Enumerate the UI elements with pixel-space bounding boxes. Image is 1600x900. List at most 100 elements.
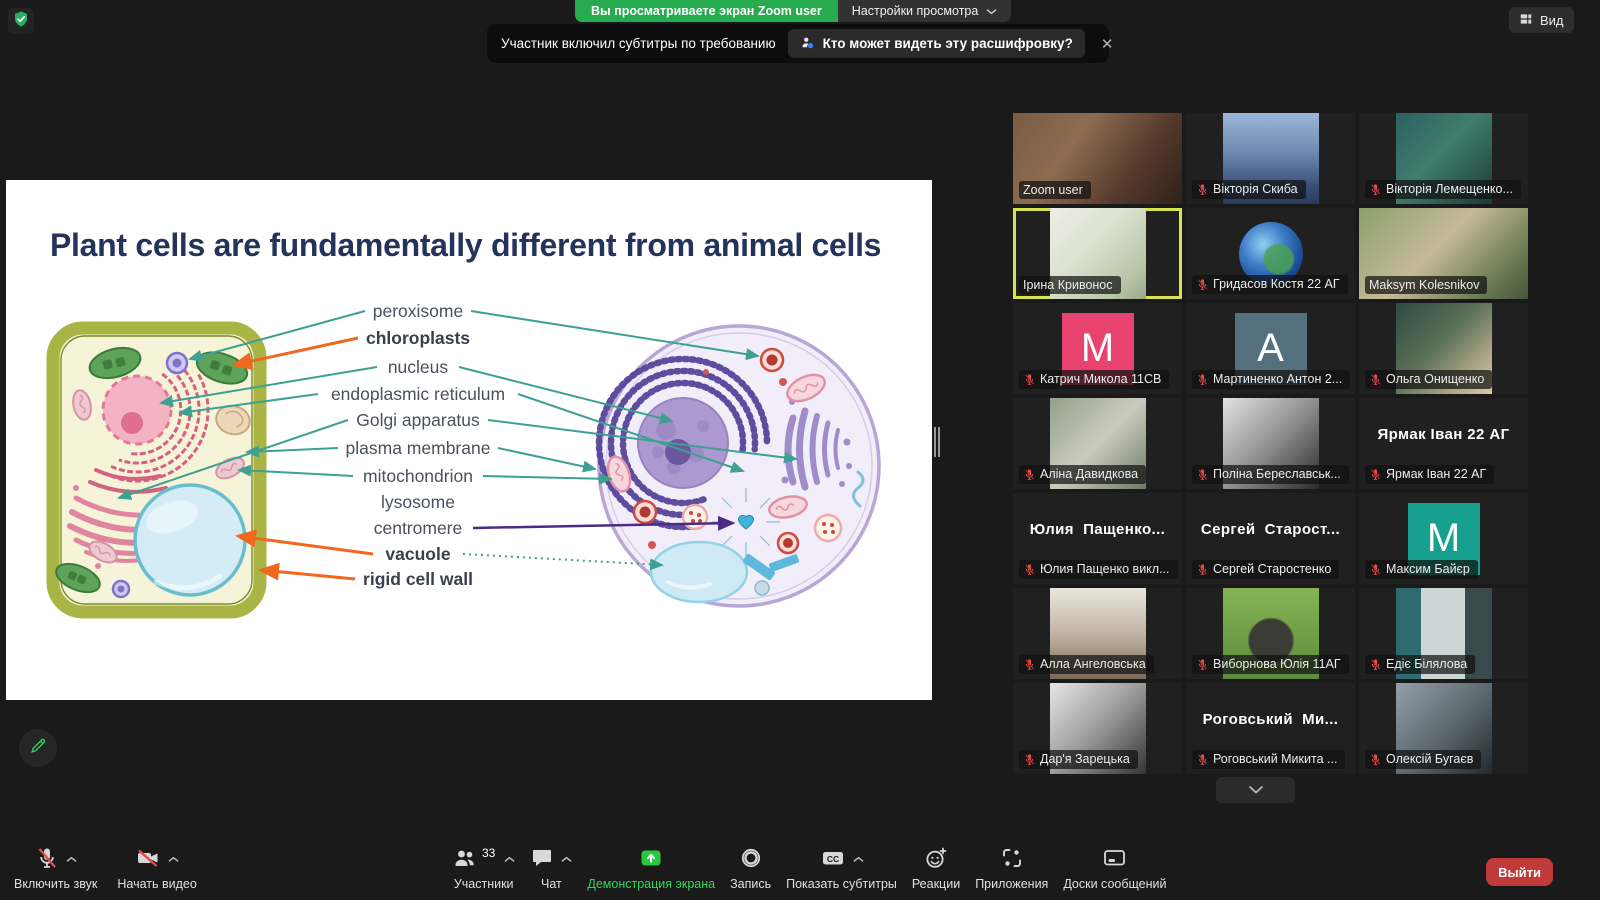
mic-muted-icon bbox=[1369, 658, 1382, 671]
annotate-button[interactable] bbox=[19, 729, 57, 767]
chevron-up-icon[interactable] bbox=[504, 852, 515, 866]
participant-tile[interactable]: Аліна Давидкова bbox=[1013, 398, 1182, 489]
participant-name: Вікторія Лемещенко... bbox=[1386, 183, 1513, 196]
chevron-up-icon[interactable] bbox=[561, 852, 572, 866]
participant-name: Юлия Пащенко викл... bbox=[1040, 563, 1170, 576]
participants-icon bbox=[452, 846, 477, 873]
mic-muted-icon bbox=[35, 846, 59, 873]
mic-muted-icon bbox=[1196, 753, 1209, 766]
participant-name: Вікторія Скиба bbox=[1213, 183, 1298, 196]
participant-name-tag: Юлия Пащенко викл... bbox=[1019, 560, 1178, 579]
participant-name-tag: Поліна Береславськ... bbox=[1192, 465, 1349, 484]
participant-tile[interactable]: Юлия Пащенко...Юлия Пащенко викл... bbox=[1013, 493, 1182, 584]
participant-tile[interactable]: Ірина Кривонос bbox=[1013, 208, 1182, 299]
participant-tile[interactable]: Алла Ангеловська bbox=[1013, 588, 1182, 679]
pencil-icon bbox=[29, 736, 48, 760]
toolbar-item-camera-muted[interactable]: Начать видео bbox=[117, 846, 196, 891]
participant-tile[interactable]: Ольга Онищенко bbox=[1359, 303, 1528, 394]
participant-name: Катрич Микола 11СВ bbox=[1040, 373, 1161, 386]
toolbar-item-mic-muted[interactable]: Включить звук bbox=[14, 846, 97, 891]
slide-title: Plant cells are fundamentally different … bbox=[50, 227, 881, 263]
toolbar-label: Начать видео bbox=[117, 877, 196, 891]
participant-name-tag: Роговський Микита ... bbox=[1192, 750, 1345, 769]
participant-name: Олексій Бугаєв bbox=[1386, 753, 1473, 766]
participant-tile[interactable]: Вікторія Скиба bbox=[1186, 113, 1355, 204]
participant-name: Поліна Береславськ... bbox=[1213, 468, 1341, 481]
participant-name-tag: Едіє Білялова bbox=[1365, 655, 1475, 674]
who-can-see-transcript-button[interactable]: Кто может видеть эту расшифровку? bbox=[788, 29, 1085, 58]
mic-muted-icon bbox=[1023, 373, 1036, 386]
transcript-person-icon bbox=[800, 35, 815, 53]
participant-tile[interactable]: Роговський Ми...Роговський Микита ... bbox=[1186, 683, 1355, 774]
mic-muted-icon bbox=[1196, 468, 1209, 481]
participant-name-center: Роговський Ми... bbox=[1186, 683, 1355, 756]
participant-tile[interactable]: AМартиненко Антон 2... bbox=[1186, 303, 1355, 394]
panel-resize-handle[interactable] bbox=[934, 427, 940, 457]
chevron-down-icon bbox=[986, 4, 997, 18]
toolbar-item-participants[interactable]: 33 Участники bbox=[452, 846, 515, 891]
participants-count: 33 bbox=[482, 846, 495, 860]
chevron-up-icon[interactable] bbox=[168, 852, 179, 866]
toolbar-item-record[interactable]: Запись bbox=[730, 846, 771, 891]
label-plasma-membrane: plasma membrane bbox=[346, 438, 491, 458]
view-options-button[interactable]: Настройки просмотра bbox=[838, 0, 1012, 22]
participant-name-tag: Олексій Бугаєв bbox=[1365, 750, 1481, 769]
view-options-label: Настройки просмотра bbox=[852, 4, 979, 18]
participant-tile[interactable]: Поліна Береславськ... bbox=[1186, 398, 1355, 489]
participant-tile[interactable]: Ярмак Іван 22 АГЯрмак Іван 22 АГ bbox=[1359, 398, 1528, 489]
participant-tile[interactable]: MКатрич Микола 11СВ bbox=[1013, 303, 1182, 394]
toolbar-item-cc[interactable]: CCПоказать субтитры bbox=[786, 846, 897, 891]
gallery-next-page-button[interactable] bbox=[1216, 777, 1295, 803]
participant-name-tag: Гридасов Костя 22 АГ bbox=[1192, 275, 1348, 294]
participant-name: Мартиненко Антон 2... bbox=[1213, 373, 1342, 386]
participant-tile[interactable]: Дар'я Зарецька bbox=[1013, 683, 1182, 774]
participant-tile[interactable]: Гридасов Костя 22 АГ bbox=[1186, 208, 1355, 299]
mic-muted-icon bbox=[1369, 753, 1382, 766]
participant-tile[interactable]: Maksym Kolesnikov bbox=[1359, 208, 1528, 299]
toolbar-label: Чат bbox=[541, 877, 562, 891]
whiteboard-icon bbox=[1102, 846, 1127, 873]
camera-muted-icon bbox=[135, 846, 161, 873]
plant-cell-illustration bbox=[52, 328, 260, 612]
view-layout-button[interactable]: Вид bbox=[1509, 7, 1574, 33]
close-icon[interactable]: ✕ bbox=[1097, 35, 1118, 53]
participant-name: Ярмак Іван 22 АГ bbox=[1386, 468, 1486, 481]
mic-muted-icon bbox=[1023, 563, 1036, 576]
participant-name-center: Ярмак Іван 22 АГ bbox=[1359, 398, 1528, 471]
participant-tile[interactable]: Олексій Бугаєв bbox=[1359, 683, 1528, 774]
mic-muted-icon bbox=[1196, 183, 1209, 196]
participant-name-tag: Виборнова Юлія 11АГ bbox=[1192, 655, 1349, 674]
mic-muted-icon bbox=[1196, 373, 1209, 386]
transcript-button-label: Кто может видеть эту расшифровку? bbox=[823, 36, 1073, 51]
participant-name-tag: Ярмак Іван 22 АГ bbox=[1365, 465, 1494, 484]
mic-muted-icon bbox=[1369, 563, 1382, 576]
mic-muted-icon bbox=[1023, 753, 1036, 766]
toolbar-item-whiteboard[interactable]: Доски сообщений bbox=[1063, 846, 1166, 891]
participant-tile[interactable]: Едіє Білялова bbox=[1359, 588, 1528, 679]
participant-name-tag: Алла Ангеловська bbox=[1019, 655, 1154, 674]
toolbar-item-screen-share[interactable]: Демонстрация экрана bbox=[587, 846, 715, 891]
toolbar-item-reactions[interactable]: Реакции bbox=[912, 846, 960, 891]
participant-tile[interactable]: Вікторія Лемещенко... bbox=[1359, 113, 1528, 204]
participant-tile[interactable]: MМаксим Байєр bbox=[1359, 493, 1528, 584]
label-endoplasmic-reticulum: endoplasmic reticulum bbox=[331, 384, 505, 404]
participant-tile[interactable]: Виборнова Юлія 11АГ bbox=[1186, 588, 1355, 679]
toolbar-item-apps[interactable]: Приложения bbox=[975, 846, 1048, 891]
mic-muted-icon bbox=[1196, 563, 1209, 576]
participant-name-tag: Ірина Кривонос bbox=[1019, 276, 1121, 295]
leave-meeting-button[interactable]: Выйти bbox=[1486, 858, 1553, 886]
label-nucleus: nucleus bbox=[388, 357, 449, 377]
chevron-up-icon[interactable] bbox=[853, 852, 864, 866]
view-button-label: Вид bbox=[1540, 13, 1564, 28]
toolbar-label: Участники bbox=[454, 877, 514, 891]
participant-tile[interactable]: Сергей Старост...Сергей Старостенко bbox=[1186, 493, 1355, 584]
participant-name: Роговський Микита ... bbox=[1213, 753, 1337, 766]
chevron-up-icon[interactable] bbox=[66, 852, 77, 866]
toolbar-item-chat[interactable]: Чат bbox=[530, 846, 572, 891]
shared-screen-slide: Plant cells are fundamentally different … bbox=[6, 180, 932, 700]
cell-diagram: Plant cells are fundamentally different … bbox=[6, 180, 932, 700]
security-shield-button[interactable] bbox=[8, 8, 34, 34]
participant-tile[interactable]: Zoom user bbox=[1013, 113, 1182, 204]
toolbar-left-group: Включить звук Начать видео bbox=[14, 846, 197, 891]
participant-name: Zoom user bbox=[1023, 184, 1083, 197]
